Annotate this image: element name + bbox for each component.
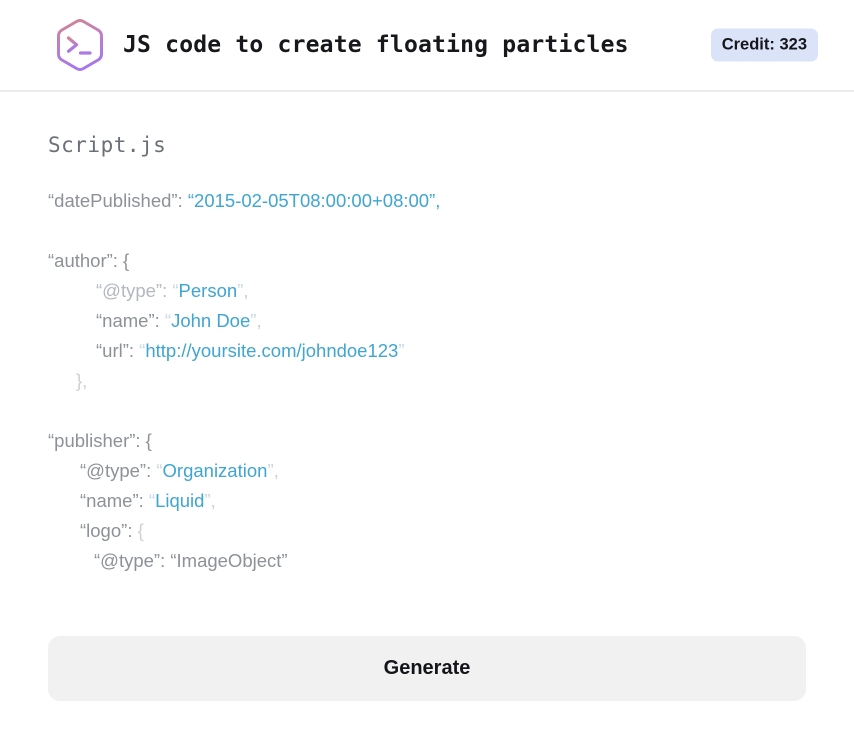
code-token: : bbox=[146, 460, 157, 481]
code-token: , bbox=[243, 280, 249, 301]
code-line: “@type”: “ImageObject” bbox=[48, 546, 806, 576]
code-token: , bbox=[256, 310, 262, 331]
code-token: John Doe bbox=[171, 310, 251, 331]
code-token: : { bbox=[135, 430, 152, 451]
generate-button[interactable]: Generate bbox=[48, 636, 806, 701]
code-token: Organization bbox=[162, 460, 268, 481]
code-token: “2015-02-05T08:00:00+08:00”, bbox=[187, 190, 441, 211]
code-token: “@type” bbox=[94, 550, 161, 571]
code-line: “publisher”: { bbox=[48, 426, 806, 456]
code-token: }, bbox=[76, 370, 88, 391]
script-filename: Script.js bbox=[48, 133, 167, 157]
code-token: , bbox=[210, 490, 216, 511]
code-line: “name”: “John Doe”, bbox=[48, 306, 806, 336]
code-line: “@type”: “Person”, bbox=[48, 276, 806, 306]
code-line: “name”: “Liquid”, bbox=[48, 486, 806, 516]
code-token: : bbox=[154, 310, 165, 331]
code-token: : bbox=[177, 190, 188, 211]
code-token: “datePublished” bbox=[48, 190, 178, 211]
code-token: Person bbox=[178, 280, 238, 301]
code-line: “@type”: “Organization”, bbox=[48, 456, 806, 486]
code-line: “author”: { bbox=[48, 246, 806, 276]
code-token: “logo” bbox=[80, 520, 128, 541]
code-token: , bbox=[273, 460, 279, 481]
code-token: { bbox=[137, 520, 144, 541]
code-token: “@type” bbox=[96, 280, 163, 301]
terminal-prompt-hexagon-icon bbox=[57, 19, 103, 71]
code-token: “name” bbox=[96, 310, 155, 331]
code-block: “datePublished”: “2015-02-05T08:00:00+08… bbox=[48, 186, 806, 576]
main-content: Script.js “datePublished”: “2015-02-05T0… bbox=[0, 130, 854, 701]
code-token: “ImageObject” bbox=[170, 550, 288, 571]
credit-badge: Credit: 323 bbox=[710, 28, 818, 62]
code-token: “@type” bbox=[80, 460, 147, 481]
code-line: “logo”: { bbox=[48, 516, 806, 546]
page-title: JS code to create floating particles bbox=[123, 32, 629, 58]
code-token: “author” bbox=[48, 250, 113, 271]
code-line: “datePublished”: “2015-02-05T08:00:00+08… bbox=[48, 186, 806, 216]
code-token: : bbox=[138, 490, 149, 511]
code-line: “url”: “http://yoursite.com/johndoe123” bbox=[48, 336, 806, 366]
code-line: }, bbox=[48, 366, 806, 396]
code-token: “publisher” bbox=[48, 430, 136, 451]
code-token: : { bbox=[112, 250, 130, 271]
code-token: “url” bbox=[96, 340, 129, 361]
code-token: : bbox=[127, 520, 138, 541]
code-token: ” bbox=[398, 340, 405, 361]
code-token: : bbox=[162, 280, 173, 301]
code-token: : bbox=[128, 340, 140, 361]
header: JS code to create floating particles Cre… bbox=[0, 0, 854, 92]
code-token: : bbox=[160, 550, 171, 571]
code-token: “name” bbox=[80, 490, 139, 511]
code-token: http://yoursite.com/johndoe123 bbox=[145, 340, 399, 361]
code-token: Liquid bbox=[155, 490, 205, 511]
